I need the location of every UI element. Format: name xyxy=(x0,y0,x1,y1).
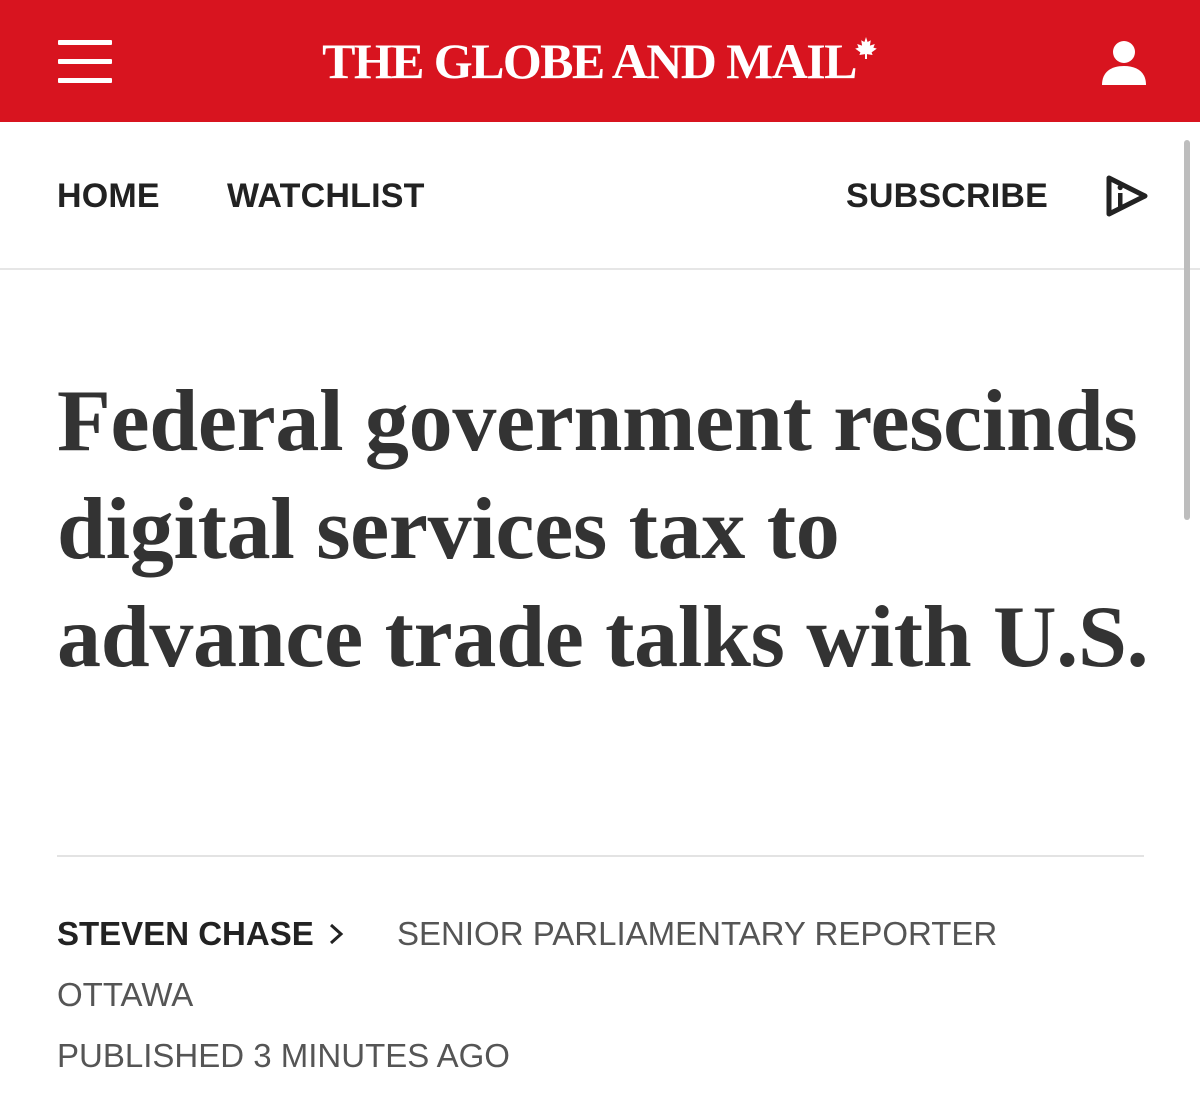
site-logo-text: THE GLOBE AND MAIL xyxy=(322,33,857,89)
byline: STEVEN CHASE SENIOR PARLIAMENTARY REPORT… xyxy=(57,912,997,956)
scrollbar-thumb[interactable] xyxy=(1184,140,1190,520)
site-logo[interactable]: THE GLOBE AND MAIL xyxy=(320,30,880,92)
published-time: PUBLISHED 3 MINUTES AGO xyxy=(57,1037,510,1074)
nav-subscribe-link[interactable]: SUBSCRIBE xyxy=(846,174,1048,218)
play-icon[interactable] xyxy=(1104,174,1150,218)
maple-leaf-icon xyxy=(855,37,877,59)
chevron-right-icon[interactable] xyxy=(328,922,344,946)
author-link[interactable]: STEVEN CHASE xyxy=(57,912,314,956)
user-icon[interactable] xyxy=(1100,40,1148,86)
masthead: THE GLOBE AND MAIL xyxy=(0,0,1200,122)
dateline-location: OTTAWA xyxy=(57,976,194,1013)
nav-home-link[interactable]: HOME xyxy=(57,174,160,218)
nav-watchlist-link[interactable]: WATCHLIST xyxy=(227,174,425,218)
byline-divider xyxy=(57,855,1144,857)
hamburger-line xyxy=(58,59,112,64)
author-role: SENIOR PARLIAMENTARY REPORTER xyxy=(397,915,998,952)
article-headline: Federal government rescinds digital serv… xyxy=(57,373,1149,686)
hamburger-line xyxy=(58,78,112,83)
section-nav: HOME WATCHLIST SUBSCRIBE xyxy=(0,122,1200,270)
hamburger-menu-icon[interactable] xyxy=(58,40,112,84)
hamburger-line xyxy=(58,40,112,45)
